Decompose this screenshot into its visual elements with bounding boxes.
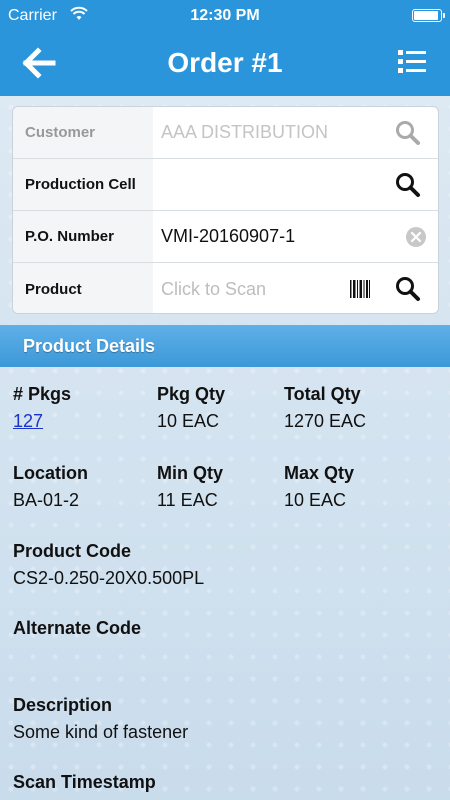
clear-icon[interactable] [405,226,427,248]
customer-label: Customer [13,107,153,158]
battery-icon [412,9,445,22]
total-qty-value: 1270 EAC [284,411,367,431]
order-form: Customer AAA DISTRIBUTION Production Cel… [12,106,439,314]
scan-timestamp-detail: Scan Timestamp [13,772,156,793]
nav-bar: Order #1 [0,32,450,96]
production-cell-label: Production Cell [13,159,153,210]
page-title: Order #1 [167,47,283,78]
po-number-field[interactable]: VMI-20160907-1 [161,211,391,262]
clock: 12:30 PM [190,7,260,24]
max-qty-value: 10 EAC [284,490,347,510]
customer-field[interactable]: AAA DISTRIBUTION [161,107,391,158]
list-icon[interactable] [396,46,428,78]
product-code-detail: Product Code CS2-0.250-20X0.500PL [13,541,204,589]
search-icon[interactable] [394,275,422,303]
pkgs-link[interactable]: 127 [13,411,71,432]
pkg-qty-value: 10 EAC [157,411,220,431]
product-label: Product [13,263,153,313]
location-detail: Location BA-01-2 [13,463,88,511]
max-qty-detail: Max Qty 10 EAC [284,463,354,511]
product-code-label: Product Code [13,541,132,561]
max-qty-label: Max Qty [284,463,355,483]
location-label: Location [13,463,88,483]
production-cell-field[interactable] [161,159,391,210]
min-qty-detail: Min Qty 11 EAC [157,463,223,511]
pkg-qty-label: Pkg Qty [157,384,226,404]
alternate-code-detail: Alternate Code [13,618,141,645]
search-icon[interactable] [394,171,422,199]
alternate-code-label: Alternate Code [13,618,142,638]
po-number-row[interactable]: P.O. Number VMI-20160907-1 [13,211,438,263]
product-code-value: CS2-0.250-20X0.500PL [13,568,205,588]
product-row[interactable]: Product Click to Scan [13,263,438,313]
total-qty-label: Total Qty [284,384,361,404]
description-label: Description [13,695,113,715]
barcode-icon[interactable] [349,278,371,300]
pkgs-label: # Pkgs [13,384,72,404]
search-icon[interactable] [394,119,422,147]
min-qty-value: 11 EAC [157,490,218,510]
description-value: Some kind of fastener [13,722,189,742]
status-bar: Carrier 12:30 PM [0,0,450,32]
total-qty-detail: Total Qty 1270 EAC [284,384,366,432]
description-detail: Description Some kind of fastener [13,695,188,743]
pkg-qty-detail: Pkg Qty 10 EAC [157,384,225,432]
scan-timestamp-label: Scan Timestamp [13,772,156,792]
section-header: Product Details [0,325,450,367]
location-value: BA-01-2 [13,490,80,510]
customer-row[interactable]: Customer AAA DISTRIBUTION [13,107,438,159]
pkgs-detail: # Pkgs 127 [13,384,71,432]
min-qty-label: Min Qty [157,463,223,483]
production-cell-row[interactable]: Production Cell [13,159,438,211]
po-number-label: P.O. Number [13,211,153,262]
